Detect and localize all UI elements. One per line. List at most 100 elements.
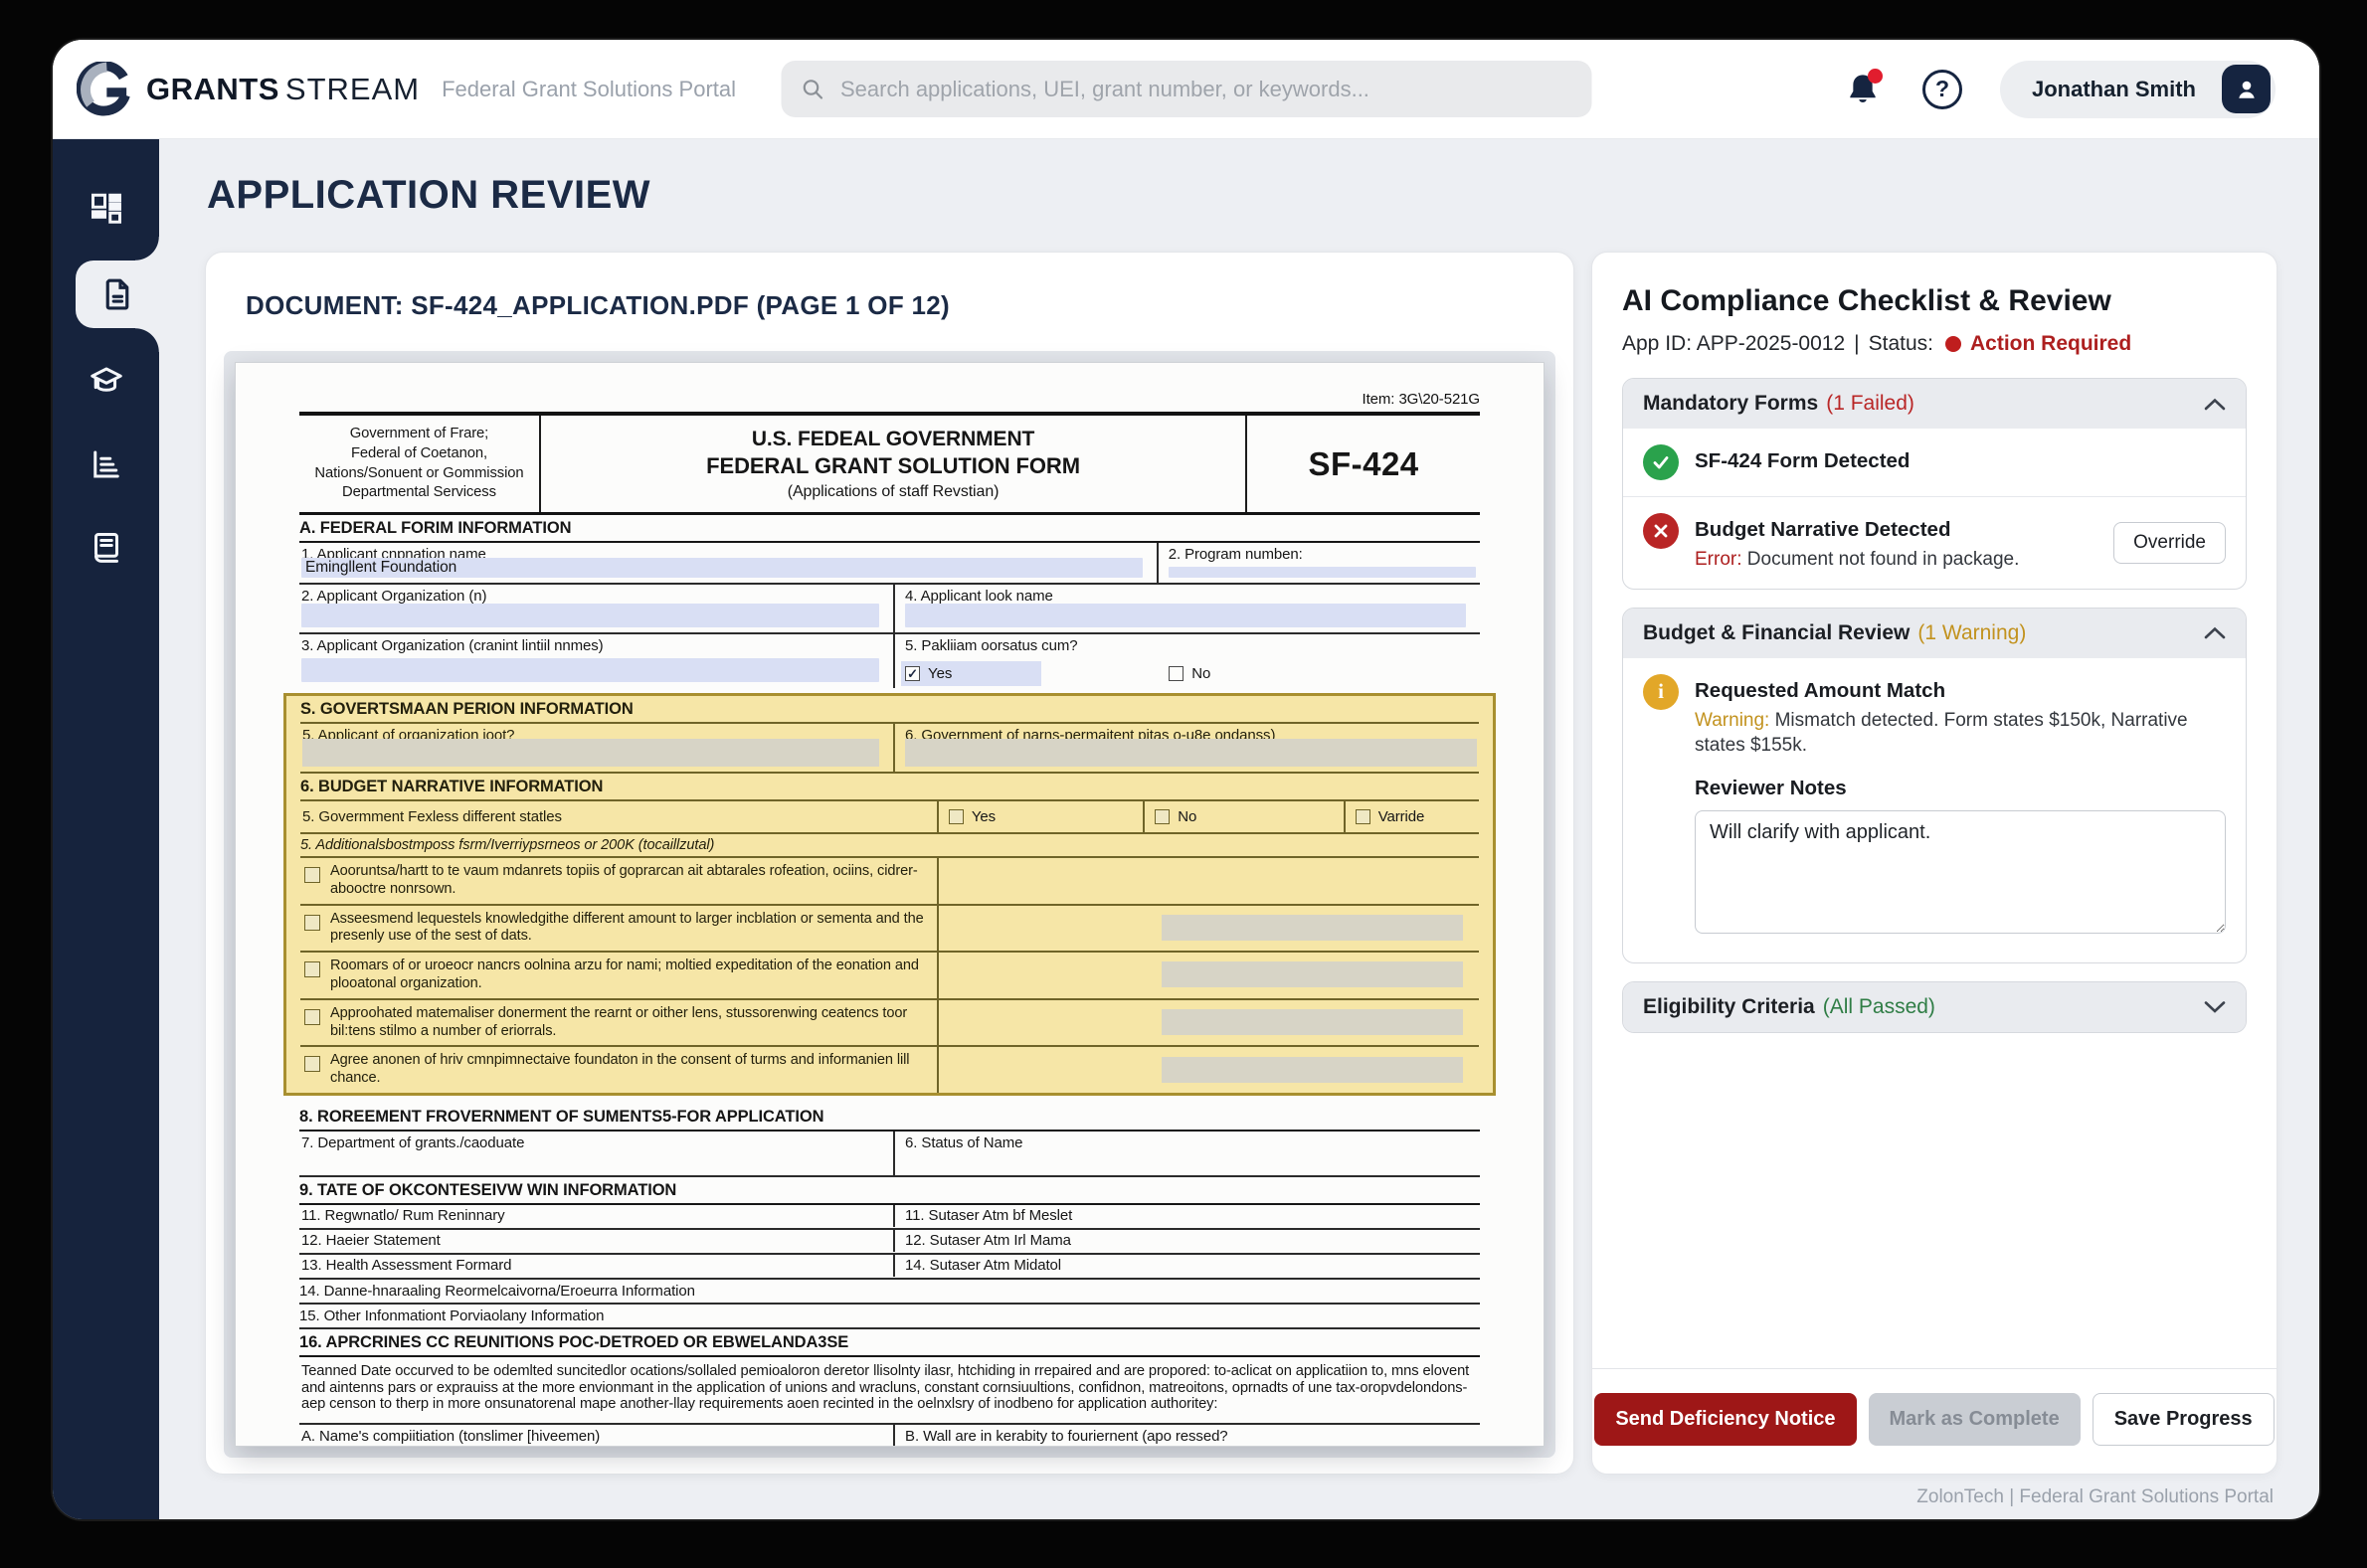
checkbox-icon: [304, 915, 320, 931]
footer-text: ZolonTech | Federal Grant Solutions Port…: [205, 1475, 2277, 1508]
status-dot-icon: [1945, 336, 1961, 352]
form-row: 15. Other Infonmationt Porviaolany Infor…: [299, 1305, 1480, 1329]
sidebar-item-reports[interactable]: [76, 434, 137, 495]
form-row: 1. Applicant cnpnation name Emingllent F…: [299, 543, 1480, 585]
form-input: [905, 739, 1477, 767]
check-circle-icon: [1643, 444, 1679, 480]
status-badge: Action Required: [1970, 332, 2131, 356]
x-circle-icon: [1643, 513, 1679, 549]
checkbox-icon: [1155, 809, 1170, 824]
document-card: DOCUMENT: SF-424_APPLICATION.PDF (PAGE 1…: [205, 252, 1574, 1475]
warning-count: (1 Warning): [1917, 621, 2026, 645]
form-section-9-heading: 9. TATE OF OKCONTESEIVW WIN INFORMATION: [299, 1177, 1480, 1205]
form-row: 3. Applicant Organization (cranint linti…: [299, 634, 1480, 688]
form-masthead: Government of Frare; Federal of Coetanon…: [299, 412, 1480, 515]
reports-icon: [89, 446, 124, 482]
checklist-item: SF-424 Form Detected: [1623, 429, 2246, 496]
info-circle-icon: i: [1643, 674, 1679, 710]
grants-stream-logo-icon: [77, 62, 132, 117]
form-checkbox-row: Agree anonen of hriv cmnpimnectaive foun…: [300, 1047, 1479, 1093]
document-icon: [99, 276, 135, 312]
form-input: [301, 658, 879, 682]
checkbox-icon: [304, 1009, 320, 1025]
form-input: [1169, 567, 1476, 578]
reviewer-notes-textarea[interactable]: Will clarify with applicant.: [1695, 810, 2226, 934]
help-button[interactable]: ?: [1920, 68, 1964, 111]
search-input[interactable]: [838, 76, 1571, 103]
form-input: [1162, 961, 1463, 987]
form-input: [905, 604, 1466, 627]
form-input: [1162, 915, 1463, 941]
form-section-8-heading: 8. ROREEMENT FROVERNMENT OF SUMENTS5-FOR…: [299, 1104, 1480, 1132]
form-row: 5. Applicant of organization ioot? 6. Go…: [300, 724, 1479, 774]
chevron-down-icon: [2204, 1000, 2226, 1013]
checkbox-icon: [949, 809, 964, 824]
mandatory-forms-header[interactable]: Mandatory Forms (1 Failed): [1623, 379, 2246, 429]
form-row: 5. Govermment Fexless different statles …: [300, 801, 1479, 834]
form-input: [302, 739, 879, 767]
user-name: Jonathan Smith: [2032, 77, 2196, 102]
form-item-number: Item: 3G\20-521G: [299, 391, 1480, 408]
sidebar-item-dashboard[interactable]: [76, 177, 137, 239]
compliance-panel-title: AI Compliance Checklist & Review: [1622, 284, 2247, 318]
document-title: DOCUMENT: SF-424_APPLICATION.PDF (PAGE 1…: [246, 290, 1534, 321]
checklist-item: Budget Narrative Detected Error: Documen…: [1623, 496, 2246, 589]
dashboard-icon: [89, 190, 124, 226]
chevron-up-icon: [2204, 398, 2226, 411]
form-number: SF-424: [1247, 416, 1480, 512]
form-row: 11. Regwnatlo/ Rum Reninnary 11. Sutaser…: [299, 1205, 1480, 1230]
brand-logo: GRANTSSTREAM: [77, 62, 420, 117]
sidebar-item-documents[interactable]: [76, 261, 159, 328]
user-avatar-icon: [2222, 65, 2271, 113]
checkbox-icon: [304, 1056, 320, 1072]
budget-review-card: Budget & Financial Review (1 Warning) i …: [1622, 608, 2247, 963]
form-row: 5. Additionalsbostmposs fsrm/Iverriypsrn…: [300, 834, 1479, 858]
form-row: A. Name's compiitiation (tonslimer [hive…: [299, 1425, 1480, 1447]
form-row: 12. Haeier Statement 12. Sutaser Atm Irl…: [299, 1230, 1480, 1255]
override-button[interactable]: Override: [2113, 522, 2226, 564]
main-content: APPLICATION REVIEW DOCUMENT: SF-424_APPL…: [159, 139, 2319, 1519]
sidebar-item-library[interactable]: [76, 517, 137, 579]
form-section-6-heading: 6. BUDGET NARRATIVE INFORMATION: [300, 774, 1479, 801]
panel-actions: Send Deficiency Notice Mark as Complete …: [1592, 1368, 2276, 1474]
search-icon: [801, 78, 824, 101]
ai-highlight-region: S. GOVERTSMAAN PERION INFORMATION 5. App…: [283, 693, 1496, 1096]
eligibility-card: Eligibility Criteria (All Passed): [1622, 981, 2247, 1033]
form-checkbox-row: Roomars of or uroeocr nancrs oolnina arz…: [300, 953, 1479, 1000]
form-row: 2. Applicant Organization (n) 4. Applica…: [299, 585, 1480, 634]
checkbox-icon: [304, 867, 320, 883]
checkbox-icon: [1169, 666, 1184, 681]
budget-review-header[interactable]: Budget & Financial Review (1 Warning): [1623, 609, 2246, 658]
form-input: [1162, 1057, 1463, 1083]
form-checkbox-row: Asseesmend lequestels knowledgithe diffe…: [300, 906, 1479, 954]
sidebar-item-education[interactable]: [76, 350, 137, 412]
form-agency-block: Government of Frare; Federal of Coetanon…: [299, 416, 539, 512]
notifications-button[interactable]: [1841, 68, 1885, 111]
app-id: App ID: APP-2025-0012: [1622, 332, 1845, 356]
brand-title: GRANTSSTREAM: [146, 72, 420, 107]
form-input: Emingllent Foundation: [301, 558, 1143, 578]
compliance-panel: AI Compliance Checklist & Review App ID:…: [1591, 252, 2277, 1475]
form-section-16-heading: 16. APRCRINES CC REUNITIONS POC-DETROED …: [299, 1329, 1480, 1357]
eligibility-header[interactable]: Eligibility Criteria (All Passed): [1623, 982, 2246, 1032]
education-icon: [89, 363, 124, 399]
mark-complete-button[interactable]: Mark as Complete: [1869, 1393, 2081, 1446]
app-window: GRANTSSTREAM Federal Grant Solutions Por…: [53, 40, 2319, 1519]
form-row: 7. Department of grants./caoduate 6. Sta…: [299, 1132, 1480, 1177]
pdf-viewer[interactable]: Item: 3G\20-521G Government of Frare; Fe…: [224, 351, 1555, 1458]
save-progress-button[interactable]: Save Progress: [2093, 1393, 2275, 1446]
mandatory-forms-card: Mandatory Forms (1 Failed) SF-424 F: [1622, 378, 2247, 590]
form-section-s-heading: S. GOVERTSMAAN PERION INFORMATION: [300, 696, 1479, 724]
chevron-up-icon: [2204, 626, 2226, 639]
checkbox-icon: [1356, 809, 1370, 824]
form-checkbox-row: Aooruntsa/hartt to te vaum mdanrets topi…: [300, 858, 1479, 906]
checkbox-icon: [304, 961, 320, 977]
form-certification-paragraph: Teanned Date occurved to be odemlted sun…: [299, 1357, 1480, 1425]
send-deficiency-button[interactable]: Send Deficiency Notice: [1594, 1393, 1856, 1446]
form-input: [1162, 1009, 1463, 1035]
user-menu[interactable]: Jonathan Smith: [2000, 61, 2276, 118]
checkbox-icon: [905, 666, 920, 681]
form-checkbox-row: Approohated matemaliser donerment the re…: [300, 1000, 1479, 1048]
passed-count: (All Passed): [1823, 995, 1935, 1019]
form-title-block: U.S. FEDEAL GOVERNMENT FEDERAL GRANT SOL…: [539, 416, 1247, 512]
